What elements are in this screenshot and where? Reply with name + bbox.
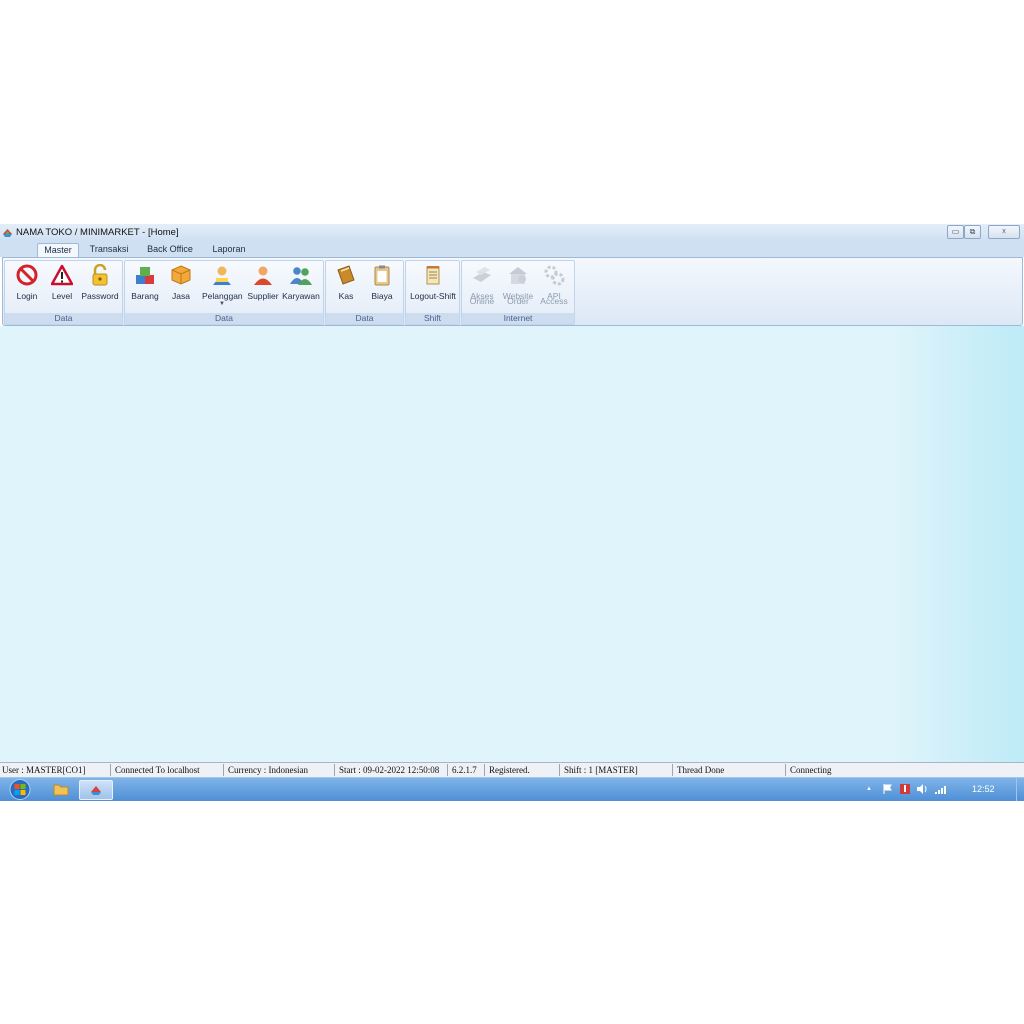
- restore-button[interactable]: ⧉: [964, 225, 981, 239]
- package-icon: [171, 265, 191, 285]
- group-label: Data: [326, 313, 403, 324]
- window-title: NAMA TOKO / MINIMARKET - [Home]: [16, 227, 179, 238]
- api-access-label-line2: Access: [540, 296, 568, 306]
- group-label: Shift: [406, 313, 459, 324]
- taskbar-explorer[interactable]: [45, 780, 77, 798]
- akses-online-label: Akses Online: [462, 291, 502, 311]
- status-shift: Shift : 1 [MASTER]: [562, 764, 673, 776]
- supplier-button[interactable]: Supplier: [243, 264, 283, 301]
- level-label: Level: [51, 291, 73, 301]
- tab-transaksi[interactable]: Transaksi: [86, 243, 132, 256]
- minimize-button[interactable]: ▭: [947, 225, 964, 239]
- api-access-button[interactable]: API Access: [534, 264, 574, 311]
- customer-icon: [213, 266, 231, 285]
- logout-shift-button[interactable]: Logout-Shift: [409, 264, 457, 301]
- status-connection: Connected To localhost: [113, 764, 224, 776]
- api-gear-icon: [544, 265, 565, 286]
- group-label: Internet: [462, 313, 574, 324]
- website-order-label: Website Order: [498, 291, 538, 311]
- title-bar: NAMA TOKO / MINIMARKET - [Home] ▭ ⧉ ☓: [0, 224, 1024, 242]
- website-order-icon: [509, 267, 527, 284]
- ribbon-group-data-master: Barang Jasa Pelanggan ▼ Supplier Karyawa…: [124, 260, 324, 325]
- group-label: Data: [125, 313, 323, 324]
- website-order-label-line2: Order: [507, 296, 529, 306]
- clipboard-icon: [374, 265, 390, 286]
- no-entry-icon: [16, 264, 38, 286]
- status-start-time: Start : 09-02-2022 12:50:08: [337, 764, 448, 776]
- status-network: Connecting: [790, 765, 832, 775]
- kas-label: Kas: [338, 291, 354, 301]
- ribbon-group-data-finance: Kas Biaya Data: [325, 260, 404, 325]
- app-logo-icon: [3, 229, 12, 237]
- biaya-label: Biaya: [371, 291, 393, 301]
- app-logo-icon: [91, 786, 101, 795]
- barang-label[interactable]: Barang: [125, 291, 165, 301]
- online-access-icon: [473, 267, 491, 282]
- group-label: Data: [5, 313, 122, 324]
- boxes-icon: [136, 267, 154, 284]
- password-button[interactable]: Password: [80, 264, 120, 301]
- tab-master[interactable]: Master: [37, 243, 79, 257]
- ribbon-panel: Login Level Password Data Barang Jasa Pe…: [2, 257, 1023, 326]
- login-button[interactable]: Login: [7, 264, 47, 301]
- jasa-label: Jasa: [172, 291, 190, 301]
- status-version: 6.2.1.7: [450, 764, 485, 776]
- pelanggan-button[interactable]: Pelanggan ▼: [202, 264, 243, 307]
- taskbar-app-button[interactable]: [79, 780, 113, 800]
- status-currency: Currency : Indonesian: [226, 764, 335, 776]
- ribbon-group-shift: Logout-Shift Shift: [405, 260, 460, 325]
- logout-shift-label: Logout-Shift: [410, 291, 456, 301]
- show-desktop-button[interactable]: [1016, 778, 1024, 801]
- jasa-button[interactable]: Jasa: [161, 264, 201, 301]
- karyawan-button[interactable]: Karyawan: [281, 264, 321, 301]
- level-button[interactable]: Level: [42, 264, 82, 301]
- status-registration: Registered.: [487, 764, 560, 776]
- pelanggan-label: Pelanggan: [202, 291, 243, 301]
- notepad-icon: [426, 266, 440, 285]
- windows-start-icon[interactable]: [6, 779, 34, 800]
- close-button[interactable]: ☓: [988, 225, 1020, 239]
- status-bar: User : MASTER[CO1] Connected To localhos…: [0, 762, 1024, 778]
- taskbar: ▲ 12:52: [0, 777, 1024, 801]
- password-label: Password: [81, 291, 119, 301]
- biaya-button[interactable]: Biaya: [362, 264, 402, 301]
- application-window: NAMA TOKO / MINIMARKET - [Home] ▭ ⧉ ☓ Ma…: [0, 224, 1024, 801]
- volume-icon[interactable]: [916, 783, 928, 795]
- tab-back-office[interactable]: Back Office: [143, 243, 197, 256]
- employees-icon: [290, 267, 312, 285]
- tab-laporan[interactable]: Laporan: [207, 243, 251, 256]
- security-alert-icon[interactable]: [899, 783, 911, 795]
- dropdown-caret-icon: ▼: [219, 301, 225, 307]
- network-signal-icon[interactable]: [934, 783, 948, 795]
- akses-online-button[interactable]: Akses Online: [462, 264, 502, 311]
- ribbon-group-internet: Akses Online Website Order API Access In…: [461, 260, 575, 325]
- ribbon-tab-bar: Master Transaksi Back Office Laporan: [0, 241, 1024, 257]
- taskbar-clock[interactable]: 12:52: [972, 784, 995, 794]
- supplier-icon: [254, 266, 272, 285]
- kas-button[interactable]: Kas: [326, 264, 366, 301]
- akses-online-label-line2: Online: [469, 296, 495, 306]
- tray-expand-icon[interactable]: ▲: [866, 786, 872, 792]
- folder-icon: [53, 784, 69, 796]
- status-user: User : MASTER[CO1]: [0, 764, 111, 776]
- warning-icon: [51, 264, 73, 286]
- action-center-flag-icon[interactable]: [882, 783, 894, 795]
- karyawan-label: Karyawan: [282, 291, 320, 301]
- login-label: Login: [16, 291, 38, 301]
- cash-book-icon: [337, 265, 355, 285]
- supplier-label: Supplier: [247, 291, 279, 301]
- website-order-button[interactable]: Website Order: [498, 264, 538, 311]
- ribbon-group-data-access: Login Level Password Data: [4, 260, 123, 325]
- barang-button[interactable]: Barang: [125, 264, 165, 301]
- status-thread: Thread Done: [675, 764, 786, 776]
- api-access-label: API Access: [534, 291, 574, 311]
- main-workspace: [0, 326, 1024, 762]
- lock-icon: [92, 264, 108, 286]
